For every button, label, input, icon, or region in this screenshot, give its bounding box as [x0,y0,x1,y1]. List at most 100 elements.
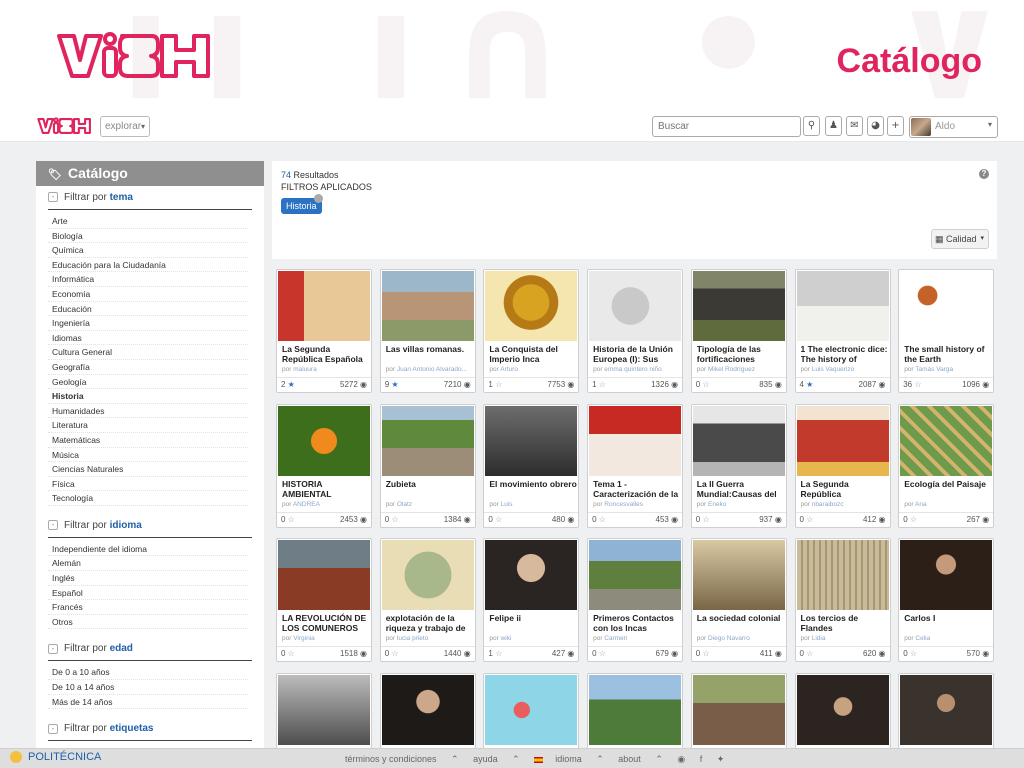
star-icon[interactable]: ☆ [597,649,606,658]
card-author[interactable]: por Lidia [801,635,889,642]
card-author[interactable]: por Carmen [593,635,681,642]
filter-option[interactable]: Idiomas [48,331,248,346]
resource-card[interactable]: Las villas romanas. por Juan Antonio Alva… [379,269,476,393]
help-icon[interactable]: ? [979,169,989,179]
remove-filter-icon[interactable] [314,194,323,203]
sort-dropdown[interactable]: ▦ Calidad ▾ [931,229,989,249]
card-author[interactable]: por maluura [282,366,370,373]
like-count[interactable]: 0 ☆ [903,513,917,527]
like-count[interactable]: 0 ☆ [592,647,606,661]
filter-option[interactable]: Humanidades [48,404,248,419]
filter-option[interactable]: Historia [48,389,248,404]
help-link[interactable]: ayuda ⌃ [473,754,520,764]
star-icon[interactable]: ★ [285,380,295,389]
collapse-icon[interactable]: - [48,723,58,734]
resource-card[interactable]: Tema 1 - Caracterización de la por Ronces… [587,403,684,528]
card-author[interactable]: por Luis [489,501,577,508]
resource-card[interactable]: The small history of the Earth por Tamás … [898,269,995,393]
star-icon[interactable]: ☆ [389,649,398,658]
filter-option[interactable]: Arte [48,214,248,229]
like-count[interactable]: 0 ☆ [385,513,399,527]
filter-option[interactable]: Matemáticas [48,433,248,448]
card-title[interactable]: The small history of the Earth [904,344,992,366]
author-name[interactable]: Arturo [500,366,518,373]
card-author[interactable]: por nbaraibozc [801,501,889,508]
filter-option[interactable]: Informática [48,272,248,287]
resource-card[interactable]: Tipología de las fortificaciones por Mike… [690,269,787,393]
author-name[interactable]: ANDREA [293,501,320,508]
card-author[interactable]: por Juan Antonio Alvarado... [386,366,474,373]
card-thumbnail[interactable] [381,405,474,476]
author-name[interactable]: Celia [915,635,930,642]
card-author[interactable]: por Diego Navarro [697,635,785,642]
language-link[interactable]: idioma ⌃ [534,754,604,764]
filter-option[interactable]: Independiente del idioma [48,542,248,557]
filter-option[interactable]: Literatura [48,418,248,433]
like-count[interactable]: 1 ☆ [592,378,606,392]
card-author[interactable]: por wiki [489,635,577,642]
card-thumbnail[interactable] [589,540,682,610]
author-name[interactable]: Virginia [293,635,315,642]
explore-dropdown[interactable]: explorar ▾ [100,116,150,137]
like-count[interactable]: 0 ☆ [281,647,295,661]
star-icon[interactable]: ☆ [700,649,709,658]
card-thumbnail[interactable] [278,405,370,476]
resource-card[interactable]: LA REVOLUCIÓN DE LOS COMUNEROS por Virgin… [276,538,372,662]
author-name[interactable]: Olatz [397,501,412,508]
filter-option[interactable]: Español [48,586,248,601]
star-icon[interactable]: ☆ [912,380,921,389]
card-thumbnail[interactable] [796,540,889,610]
card-author[interactable]: por Olatz [386,501,474,508]
resource-card[interactable]: La Segunda República Española por maluura… [276,269,372,393]
card-author[interactable]: por Mikel Rodríguez [697,366,785,373]
resource-card[interactable] [898,672,995,748]
card-title[interactable]: Tema 1 - Caracterización de la [593,479,681,501]
card-thumbnail[interactable] [278,674,370,745]
resource-card[interactable]: La II Guerra Mundial:Causas del por Eneko… [690,403,787,528]
filter-option[interactable]: Ingeniería [48,316,248,331]
like-count[interactable]: 0 ☆ [592,513,606,527]
author-name[interactable]: Mikel Rodríguez [708,366,755,373]
resource-card[interactable]: Primeros Contactos con los Incas por Carm… [587,538,684,662]
resource-card[interactable]: Los tercios de Flandes por Lidia 0 ☆ 620 ◉ [794,538,891,662]
star-icon[interactable]: ☆ [700,515,709,524]
resource-card[interactable] [794,672,891,748]
like-count[interactable]: 2 ★ [281,378,295,392]
star-icon[interactable]: ☆ [493,649,502,658]
filter-option[interactable]: Tecnología [48,491,248,506]
globe-button[interactable]: ◕ [867,116,884,136]
filter-title-idioma[interactable]: - Filtrar por idioma [48,514,252,538]
card-thumbnail[interactable] [796,271,889,341]
card-title[interactable]: Los tercios de Flandes [801,613,889,635]
author-name[interactable]: Luis [501,501,513,508]
card-thumbnail[interactable] [485,540,578,610]
messages-button[interactable]: ✉ [846,116,863,136]
like-count[interactable]: 0 ☆ [696,378,710,392]
like-count[interactable]: 4 ★ [800,378,814,392]
add-user-button[interactable]: ♟ [825,116,842,136]
card-thumbnail[interactable] [278,540,370,610]
resource-card[interactable]: Zubieta por Olatz 0 ☆ 1384 ◉ [379,403,476,528]
card-author[interactable]: por Luis Vaquerizo [801,366,889,373]
card-thumbnail[interactable] [589,674,682,745]
resource-card[interactable]: La Conquista del Imperio Inca por Arturo 1… [483,269,580,393]
card-author[interactable]: por Virginia [282,635,370,642]
like-count[interactable]: 0 ☆ [281,513,295,527]
card-title[interactable]: La sociedad colonial [697,613,785,635]
card-author[interactable]: por ANDREA [282,501,370,508]
star-icon[interactable]: ☆ [493,515,502,524]
card-thumbnail[interactable] [381,271,474,341]
create-button[interactable]: + [887,116,904,136]
author-name[interactable]: Diego Navarro [708,635,750,642]
like-count[interactable]: 0 ☆ [903,647,917,661]
like-count[interactable]: 0 ☆ [696,647,710,661]
card-author[interactable]: por lucia prieto [386,635,474,642]
card-author[interactable]: por Arturo [489,366,577,373]
star-icon[interactable]: ☆ [908,649,917,658]
star-icon[interactable]: ☆ [908,515,917,524]
filter-option[interactable]: Educación [48,302,248,317]
star-icon[interactable]: ☆ [389,515,398,524]
author-name[interactable]: maluura [293,366,316,373]
star-icon[interactable]: ☆ [493,380,502,389]
about-link[interactable]: about ⌃ [618,754,663,764]
